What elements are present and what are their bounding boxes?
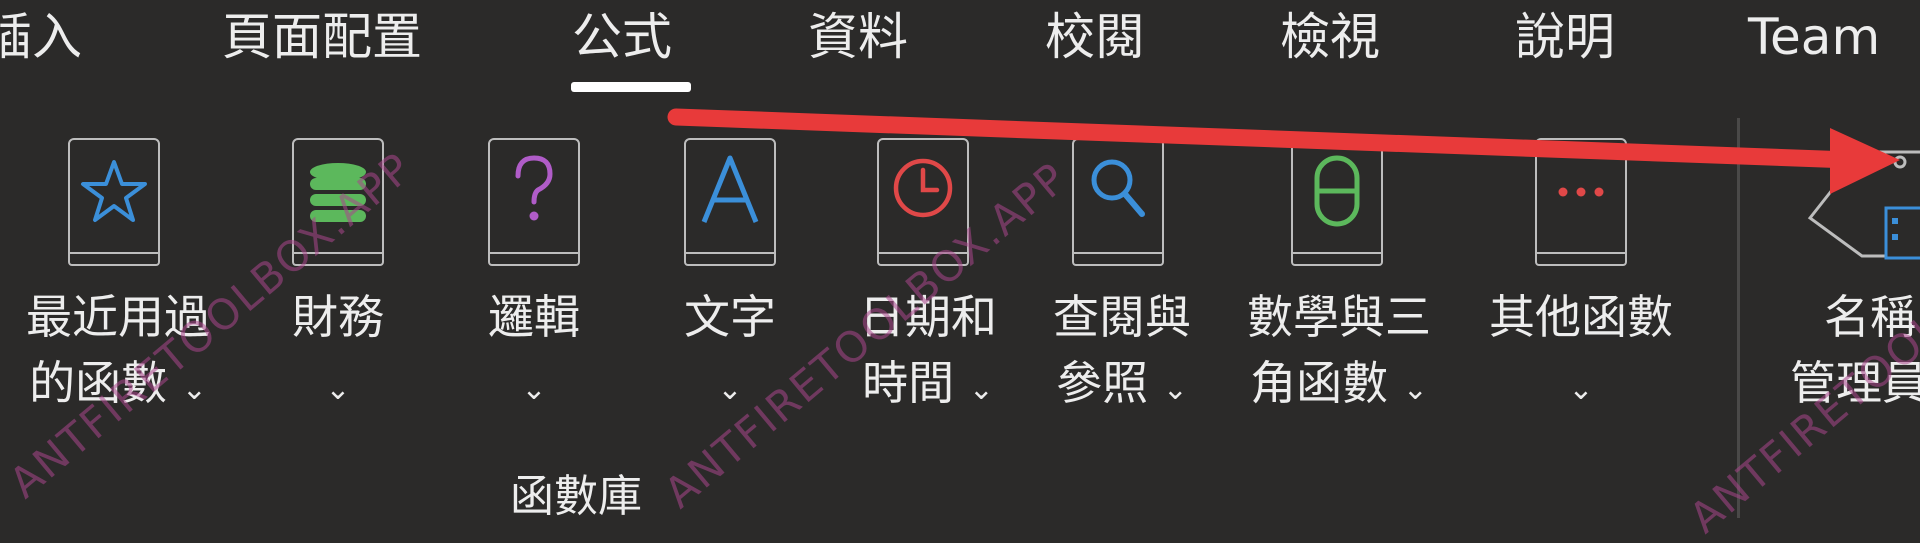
annotation-arrow	[667, 108, 1900, 194]
